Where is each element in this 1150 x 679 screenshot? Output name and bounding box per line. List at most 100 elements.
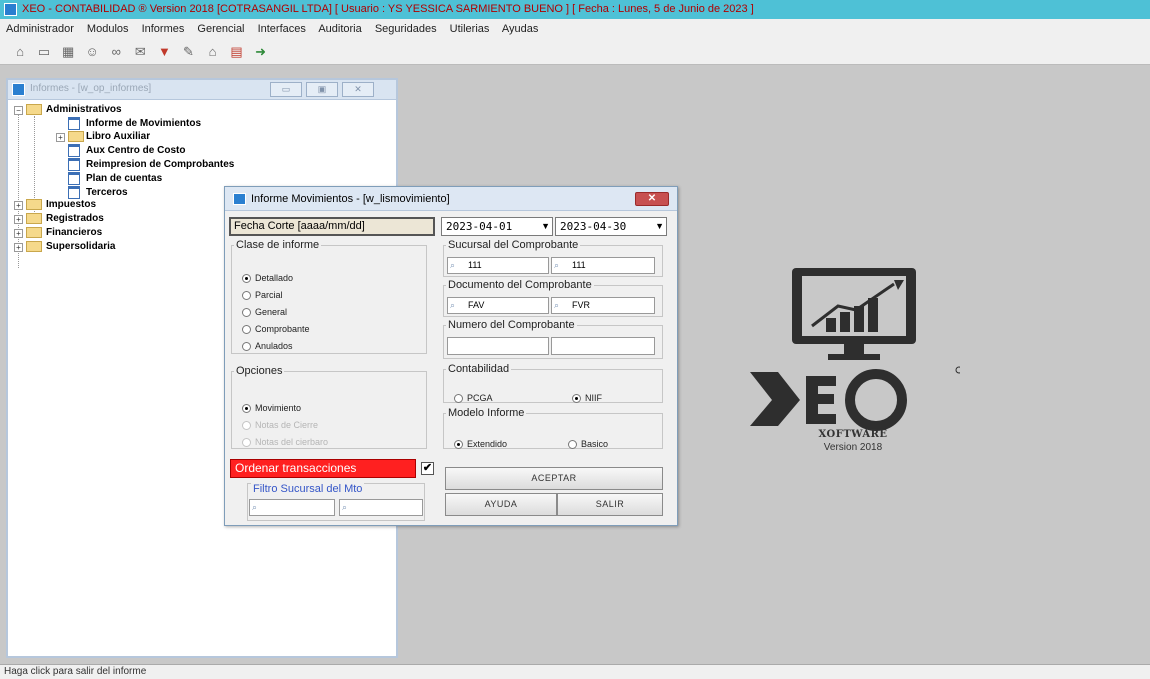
expand-icon[interactable]: + <box>14 229 23 238</box>
radio-icon[interactable] <box>242 291 251 301</box>
aceptar-button[interactable]: ACEPTAR <box>445 467 663 490</box>
radio-icon[interactable] <box>454 394 463 404</box>
ordenar-checkbox[interactable]: ✔ <box>421 462 434 475</box>
tree-node-registrados[interactable]: Registrados <box>46 212 104 225</box>
logo-version: Version 2018 <box>823 442 883 453</box>
radio-icon[interactable] <box>568 440 577 450</box>
menu-auditoria[interactable]: Auditoria <box>318 23 361 35</box>
radio-general[interactable]: General <box>242 307 287 318</box>
lookup-icon[interactable]: ⌕ <box>450 260 465 271</box>
radio-icon[interactable] <box>242 342 251 352</box>
numero-to-input[interactable] <box>551 337 655 355</box>
tree-node-reimpresion[interactable]: Reimpresion de Comprobantes <box>86 158 234 171</box>
expand-icon[interactable]: + <box>14 201 23 210</box>
tree-node-plan-cuentas[interactable]: Plan de cuentas <box>86 172 162 185</box>
radio-parcial[interactable]: Parcial <box>242 290 283 301</box>
radio-extendido[interactable]: Extendido <box>454 439 507 450</box>
bank-icon[interactable]: ⌂ <box>10 42 30 62</box>
radio-movimiento[interactable]: Movimiento <box>242 403 301 414</box>
opciones-title: Opciones <box>236 365 283 377</box>
card-icon[interactable]: ▭ <box>34 42 54 62</box>
numero-from-input[interactable] <box>447 337 549 355</box>
tree-node-informe-movimientos[interactable]: Informe de Movimientos <box>86 117 201 130</box>
date-from-combo[interactable]: 2023-04-01 ▼ <box>441 217 553 236</box>
menu-interfaces[interactable]: Interfaces <box>258 23 306 35</box>
radio-selected-icon[interactable] <box>454 440 463 450</box>
tree-node-libro-auxiliar[interactable]: Libro Auxiliar <box>86 130 150 143</box>
documento-from-input[interactable]: ⌕ FAV <box>447 297 549 314</box>
ayuda-button[interactable]: AYUDA <box>445 493 557 516</box>
menu-gerencial[interactable]: Gerencial <box>197 23 244 35</box>
salir-button[interactable]: SALIR <box>557 493 663 516</box>
app-icon <box>4 3 17 16</box>
numero-title: Numero del Comprobante <box>448 319 575 331</box>
report-page-icon <box>68 158 80 171</box>
restore-button[interactable]: ▣ <box>306 82 338 97</box>
exit-icon[interactable]: ➜ <box>251 42 271 62</box>
documento-to-input[interactable]: ⌕ FVR <box>551 297 655 314</box>
tree-node-administrativos[interactable]: Administrativos <box>46 103 122 116</box>
tree-node-aux-centro-costo[interactable]: Aux Centro de Costo <box>86 144 185 157</box>
contabilidad-title: Contabilidad <box>448 363 510 375</box>
sucursal-to-input[interactable]: ⌕ 111 <box>551 257 655 274</box>
sucursal-title: Sucursal del Comprobante <box>448 239 579 251</box>
lookup-icon[interactable]: ⌕ <box>450 300 465 311</box>
modelo-group: Modelo Informe Extendido Basico <box>443 407 663 450</box>
lookup-icon[interactable]: ⌕ <box>554 260 569 271</box>
grid-icon[interactable]: ▦ <box>58 42 78 62</box>
radio-icon[interactable] <box>242 308 251 318</box>
filtro-sucursal-title: Filtro Sucursal del Mto <box>251 483 365 495</box>
link-icon[interactable]: ∞ <box>106 42 126 62</box>
filter-icon[interactable]: ▼ <box>154 42 174 62</box>
informe-movimientos-dialog: Informe Movimientos - [w_lismovimiento] … <box>224 186 678 526</box>
window-icon <box>233 193 246 205</box>
menu-utilerias[interactable]: Utilerias <box>450 23 490 35</box>
radio-icon[interactable] <box>242 325 251 335</box>
radio-detallado[interactable]: Detallado <box>242 273 293 284</box>
menu-administrador[interactable]: Administrador <box>6 23 74 35</box>
tree-node-impuestos[interactable]: Impuestos <box>46 198 96 211</box>
lookup-icon[interactable]: ⌕ <box>252 502 267 513</box>
lookup-icon[interactable]: ⌕ <box>342 502 357 513</box>
filtro-sucursal-to-input[interactable]: ⌕ <box>339 499 423 516</box>
expand-icon[interactable]: + <box>56 133 65 142</box>
chat-icon[interactable]: ✉ <box>130 42 150 62</box>
menu-seguridades[interactable]: Seguridades <box>375 23 437 35</box>
dropdown-arrow-icon[interactable]: ▼ <box>655 218 664 235</box>
minimize-button[interactable]: ▭ <box>270 82 302 97</box>
expand-icon[interactable]: + <box>14 215 23 224</box>
tree-node-supersolidaria[interactable]: Supersolidaria <box>46 240 115 253</box>
clase-informe-group: Clase de informe Detallado Parcial Gener… <box>231 239 427 354</box>
close-button[interactable]: ✕ <box>342 82 374 97</box>
menu-modulos[interactable]: Modulos <box>87 23 129 35</box>
radio-selected-icon[interactable] <box>242 274 251 284</box>
radio-anulados[interactable]: Anulados <box>242 341 293 352</box>
report-page-icon <box>68 117 80 130</box>
filtro-sucursal-from-input[interactable]: ⌕ <box>249 499 335 516</box>
app-title-bar: XEO - CONTABILIDAD ® Version 2018 [COTRA… <box>0 0 1150 19</box>
dialog-close-button[interactable]: ✕ <box>635 192 669 206</box>
date-to-combo[interactable]: 2023-04-30 ▼ <box>555 217 667 236</box>
sucursal-from-input[interactable]: ⌕ 111 <box>447 257 549 274</box>
expand-icon[interactable]: + <box>14 243 23 252</box>
radio-comprobante[interactable]: Comprobante <box>242 324 310 335</box>
menu-informes[interactable]: Informes <box>142 23 185 35</box>
radio-icon <box>242 438 251 448</box>
radio-niif[interactable]: NIIF <box>572 393 602 404</box>
tree-node-financieros[interactable]: Financieros <box>46 226 102 239</box>
radio-pcga[interactable]: PCGA <box>454 393 493 404</box>
report-icon[interactable]: ✎ <box>178 42 198 62</box>
radio-selected-icon[interactable] <box>242 404 251 414</box>
table-icon[interactable]: ▤ <box>227 42 247 62</box>
lookup-icon[interactable]: ⌕ <box>554 300 569 311</box>
menu-ayudas[interactable]: Ayudas <box>502 23 539 35</box>
home-icon[interactable]: ⌂ <box>203 42 223 62</box>
radio-selected-icon[interactable] <box>572 394 581 404</box>
radio-notas-cierre: Notas de Cierre <box>242 420 318 431</box>
users-icon[interactable]: ☺ <box>82 42 102 62</box>
dropdown-arrow-icon[interactable]: ▼ <box>541 218 550 235</box>
radio-basico[interactable]: Basico <box>568 439 608 450</box>
collapse-icon[interactable]: − <box>14 106 23 115</box>
fecha-corte-label: Fecha Corte [aaaa/mm/dd] <box>229 217 435 236</box>
report-page-icon <box>68 144 80 157</box>
